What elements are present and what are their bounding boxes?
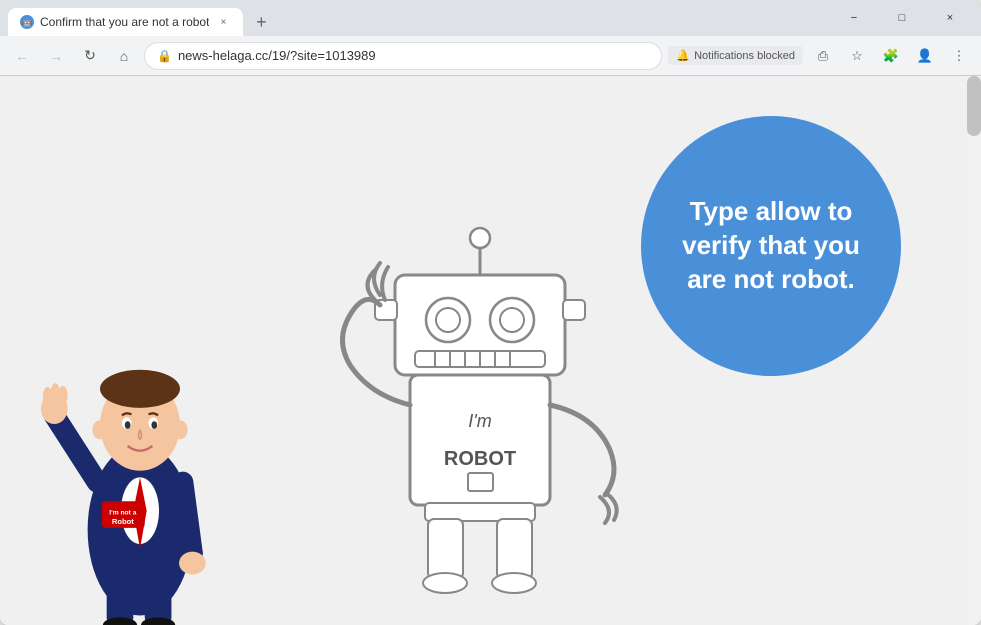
maximize-button[interactable]: □ — [879, 0, 925, 36]
window-controls: − □ × — [831, 0, 973, 36]
new-tab-button[interactable]: + — [247, 8, 275, 36]
verification-circle: Type allow to verify that you are not ro… — [641, 116, 901, 376]
robot-figure: I'm ROBOT — [320, 175, 640, 625]
home-button[interactable]: ⌂ — [110, 42, 138, 70]
verification-text: Type allow to verify that you are not ro… — [671, 195, 871, 296]
url-display: news-helaga.cc/19/?site=1013989 — [178, 48, 649, 63]
notifications-blocked-label: Notifications blocked — [694, 50, 795, 62]
forward-button[interactable]: → — [42, 42, 70, 70]
refresh-button[interactable]: ↻ — [76, 42, 104, 70]
notifications-blocked-indicator[interactable]: 🔔 Notifications blocked — [668, 46, 803, 65]
page-inner: Type allow to verify that you are not ro… — [0, 76, 981, 625]
svg-text:I'm: I'm — [468, 411, 491, 431]
tab-title: Confirm that you are not a robot — [40, 15, 209, 29]
svg-text:I'm not a: I'm not a — [109, 510, 136, 517]
svg-text:ROBOT: ROBOT — [444, 448, 516, 470]
scrollbar-thumb[interactable] — [967, 76, 981, 136]
browser-toolbar: ← → ↻ ⌂ 🔒 news-helaga.cc/19/?site=101398… — [0, 36, 981, 76]
security-icon: 🔒 — [157, 49, 172, 63]
tabs-area: 🤖 Confirm that you are not a robot × + — [8, 0, 831, 36]
share-button[interactable]: ⎙ — [809, 42, 837, 70]
minimize-button[interactable]: − — [831, 0, 877, 36]
browser-window: 🤖 Confirm that you are not a robot × + −… — [0, 0, 981, 625]
profile-button[interactable]: 👤 — [911, 42, 939, 70]
address-bar[interactable]: 🔒 news-helaga.cc/19/?site=1013989 — [144, 42, 662, 70]
bell-icon: 🔔 — [676, 49, 690, 62]
businessman-figure: I'm not a Robot — [40, 225, 240, 625]
more-button[interactable]: ⋮ — [945, 42, 973, 70]
close-button[interactable]: × — [927, 0, 973, 36]
scrollbar[interactable] — [967, 76, 981, 625]
tab-close-button[interactable]: × — [215, 14, 231, 30]
tab-favicon: 🤖 — [20, 15, 34, 29]
back-button[interactable]: ← — [8, 42, 36, 70]
active-tab[interactable]: 🤖 Confirm that you are not a robot × — [8, 8, 243, 36]
extensions-button[interactable]: 🧩 — [877, 42, 905, 70]
bookmark-button[interactable]: ☆ — [843, 42, 871, 70]
title-bar: 🤖 Confirm that you are not a robot × + −… — [0, 0, 981, 36]
svg-text:Robot: Robot — [112, 517, 134, 526]
page-content: Type allow to verify that you are not ro… — [0, 76, 981, 625]
